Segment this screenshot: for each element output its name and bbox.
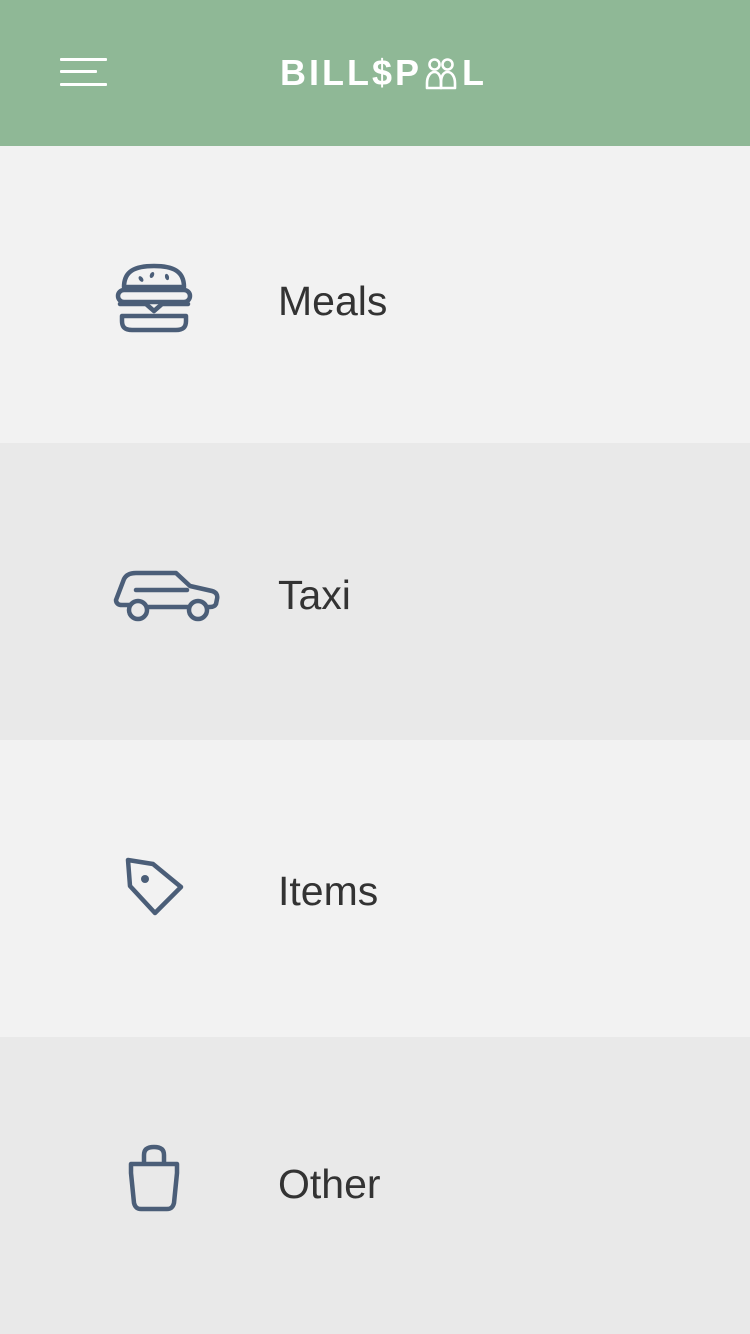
category-meals[interactable]: Meals xyxy=(0,146,750,443)
category-label: Meals xyxy=(278,278,388,324)
category-other[interactable]: Other xyxy=(0,1037,750,1334)
category-label: Other xyxy=(278,1161,381,1207)
people-pool-icon xyxy=(425,58,457,90)
burger-icon xyxy=(115,263,193,333)
logo-text-end: L xyxy=(462,52,488,93)
category-label: Taxi xyxy=(278,572,351,618)
hamburger-menu-icon[interactable] xyxy=(52,50,116,94)
category-items[interactable]: Items xyxy=(0,740,750,1037)
app-logo: BILL$P L xyxy=(280,50,487,96)
app-screen: BILL$P L Meals Taxi Items Other xyxy=(0,0,750,1334)
category-label: Items xyxy=(278,868,379,914)
logo-text-start: BILL$P xyxy=(280,52,423,93)
car-icon xyxy=(113,570,220,622)
shopping-bag-icon xyxy=(128,1144,180,1212)
category-taxi[interactable]: Taxi xyxy=(0,443,750,740)
app-header: BILL$P L xyxy=(0,0,750,146)
price-tag-icon xyxy=(125,857,184,916)
